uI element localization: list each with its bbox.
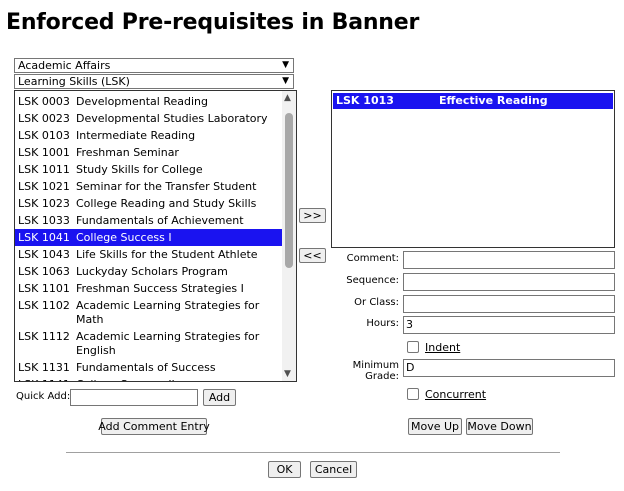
department-select-value: Academic Affairs: [18, 59, 111, 72]
course-name: Fundamentals of Success: [76, 360, 216, 374]
sequence-label: Sequence:: [346, 275, 399, 286]
course-name: Freshman Success Strategies I: [76, 281, 244, 295]
course-name: Intermediate Reading: [76, 128, 196, 142]
course-code: LSK 1043: [18, 247, 70, 261]
hours-label: Hours:: [366, 318, 399, 329]
or-class-label: Or Class:: [354, 297, 399, 308]
course-list-item[interactable]: LSK 0103 Intermediate Reading: [15, 127, 283, 144]
chevron-down-icon: ▼: [282, 76, 289, 86]
scroll-down-icon[interactable]: ▼: [284, 369, 291, 379]
course-code: LSK 1001: [18, 145, 70, 159]
course-name: Developmental Reading: [76, 94, 208, 108]
course-listbox[interactable]: LSK 0003 Developmental Reading LSK 0023 Dev…: [14, 90, 297, 382]
course-name: Seminar for the Transfer Student: [76, 179, 257, 193]
course-code: LSK 1021: [18, 179, 70, 193]
course-name: Life Skills for the Student Athlete: [76, 247, 258, 261]
course-code: LSK 1023: [18, 196, 70, 210]
prereq-list: LSK 1013 Effective Reading: [332, 93, 614, 109]
course-name: Developmental Studies Laboratory: [76, 111, 268, 125]
course-list-item[interactable]: LSK 1023 College Reading and Study Skills: [15, 195, 283, 212]
course-list-item[interactable]: LSK 1112 Academic Learning Strategies for…: [15, 328, 283, 359]
remove-prereq-button[interactable]: <<: [299, 248, 326, 263]
course-code: LSK 0003: [18, 94, 70, 108]
course-name: College Success I: [76, 230, 172, 244]
divider: [66, 452, 560, 453]
course-name: College Success II: [76, 378, 283, 382]
page-title: Enforced Pre-requisites in Banner: [6, 10, 420, 35]
course-code: LSK 1063: [18, 264, 70, 278]
course-list-item[interactable]: LSK 1131 Fundamentals of Success: [15, 359, 283, 376]
course-list-scrollbar[interactable]: ▲ ▼: [282, 91, 296, 381]
scroll-up-icon[interactable]: ▲: [284, 93, 291, 103]
course-code: LSK 1101: [18, 281, 70, 295]
course-list-item[interactable]: LSK 1001 Freshman Seminar: [15, 144, 283, 161]
quick-add-button[interactable]: Add: [203, 389, 236, 406]
course-list-item[interactable]: LSK 1063 Luckyday Scholars Program: [15, 263, 283, 280]
scrollbar-thumb[interactable]: [285, 113, 293, 268]
course-list-item[interactable]: LSK 0003 Developmental Reading: [15, 93, 283, 110]
ok-button[interactable]: OK: [268, 461, 301, 478]
course-list-item[interactable]: LSK 1021 Seminar for the Transfer Student: [15, 178, 283, 195]
cancel-button[interactable]: Cancel: [310, 461, 357, 478]
course-list-item[interactable]: LSK 0023 Developmental Studies Laboratory: [15, 110, 283, 127]
course-list-item[interactable]: LSK 1141College Success II: [15, 376, 283, 382]
concurrent-checkbox[interactable]: [407, 388, 419, 400]
course-list: LSK 0003 Developmental Reading LSK 0023 Dev…: [15, 91, 283, 382]
course-name: College Reading and Study Skills: [76, 196, 257, 210]
quick-add-label: Quick Add:: [16, 391, 71, 402]
course-name: Fundamentals of Achievement: [76, 213, 244, 227]
concurrent-label: Concurrent: [425, 388, 487, 401]
add-prereq-button[interactable]: >>: [299, 208, 326, 223]
course-list-item[interactable]: LSK 1101 Freshman Success Strategies I: [15, 280, 283, 297]
course-code: LSK 1041: [18, 230, 70, 244]
sequence-input[interactable]: [403, 273, 615, 291]
course-name: Study Skills for College: [76, 162, 203, 176]
min-grade-label-line1: Minimum: [352, 360, 399, 371]
prereq-code: LSK 1013: [336, 94, 394, 107]
min-grade-input[interactable]: D: [403, 359, 615, 377]
course-list-item[interactable]: LSK 1011 Study Skills for College: [15, 161, 283, 178]
move-down-button[interactable]: Move Down: [466, 418, 533, 435]
course-name: Academic Learning Strategies for Math: [76, 298, 260, 326]
prereq-list-item[interactable]: LSK 1013 Effective Reading: [333, 93, 613, 109]
course-code: LSK 1102: [18, 298, 70, 312]
min-grade-label-line2: Grade:: [365, 371, 399, 382]
prereq-listbox[interactable]: LSK 1013 Effective Reading: [331, 90, 615, 248]
indent-label: Indent: [425, 341, 461, 354]
course-code: LSK 1112: [18, 329, 70, 343]
move-up-button[interactable]: Move Up: [408, 418, 462, 435]
course-name: Academic Learning Strategies for English: [76, 329, 260, 357]
subject-select[interactable]: Learning Skills (LSK) ▼: [14, 74, 294, 89]
add-comment-entry-button[interactable]: Add Comment Entry: [98, 418, 210, 435]
course-list-item[interactable]: LSK 1033 Fundamentals of Achievement: [15, 212, 283, 229]
course-code: LSK 0023: [18, 111, 70, 125]
chevron-down-icon: ▼: [282, 60, 289, 70]
department-select[interactable]: Academic Affairs ▼: [14, 58, 294, 73]
comment-input[interactable]: [403, 251, 615, 269]
course-list-item[interactable]: LSK 1041 College Success I: [15, 229, 283, 246]
hours-input[interactable]: 3: [403, 316, 615, 334]
course-list-item[interactable]: LSK 1043 Life Skills for the Student Athl…: [15, 246, 283, 263]
course-name: Luckyday Scholars Program: [76, 264, 228, 278]
subject-select-value: Learning Skills (LSK): [18, 75, 130, 88]
course-code: LSK 1131: [18, 360, 70, 374]
or-class-input[interactable]: [403, 295, 615, 313]
prereq-name: Effective Reading: [439, 94, 548, 107]
indent-checkbox[interactable]: [407, 341, 419, 353]
course-code: LSK 1033: [18, 213, 70, 227]
course-list-item[interactable]: LSK 1102 Academic Learning Strategies for…: [15, 297, 283, 328]
quick-add-input[interactable]: [70, 389, 198, 406]
course-code: LSK 1011: [18, 162, 70, 176]
course-name: Freshman Seminar: [76, 145, 179, 159]
course-code: LSK 0103: [18, 128, 70, 142]
comment-label: Comment:: [346, 253, 399, 264]
course-code: LSK 1141: [18, 378, 76, 382]
